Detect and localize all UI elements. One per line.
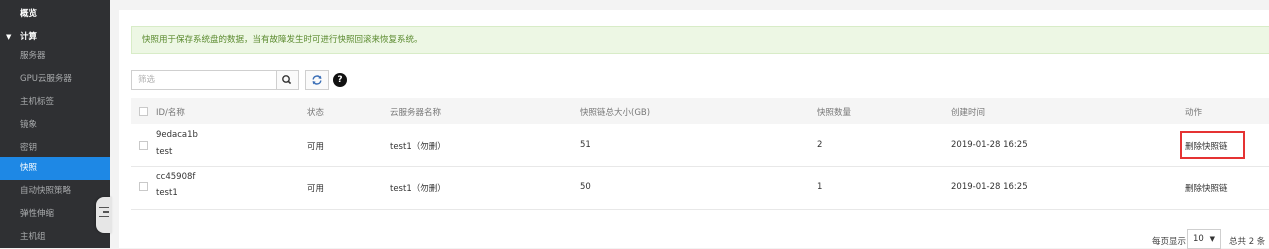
sidebar-item-label: 主机标签 [20,97,55,107]
refresh-icon [312,75,322,85]
header-action: 动作 [1185,108,1203,118]
help-icon[interactable]: ? [333,73,347,87]
server-name: test1（勿删） [390,184,446,194]
sidebar-item-label: 服务器 [20,51,46,61]
table-header: ID/名称 状态 云服务器名称 快照链总大小(GB) 快照数量 创建时间 动作 [131,98,1269,124]
snapshot-id-link[interactable]: 9edaca1b [156,130,198,140]
per-page-select[interactable]: 10 ▼ [1187,229,1221,249]
sidebar-item-label: 概览 [20,9,38,19]
sidebar-item-label: 快照 [20,163,38,173]
per-page-label: 每页显示 [1152,237,1187,247]
chain-size: 51 [580,140,591,150]
main-panel: 快照用于保存系统盘的数据，当有故障发生时可进行快照回滚来恢复系统。 ? ID/名… [119,10,1269,249]
refresh-button[interactable] [305,70,329,90]
row-checkbox[interactable] [139,141,148,150]
sidebar-item-images[interactable]: 镜象 [0,114,110,137]
sidebar-item-host-groups[interactable]: 主机组 [0,226,110,249]
row-checkbox[interactable] [139,182,148,191]
server-name: test1（勿删） [390,142,446,152]
delete-chain-link[interactable]: 删除快照链 [1185,182,1228,194]
snapshot-name: test1 [156,188,178,198]
per-page-value: 10 [1193,234,1204,244]
created-time: 2019-01-28 16:25 [951,140,1028,150]
snapshot-name: test [156,147,173,157]
snapshot-id-link[interactable]: cc45908f [156,172,195,182]
sidebar-collapse-handle[interactable] [96,197,112,233]
sidebar-item-label: 计算 [20,32,38,42]
search-button[interactable] [277,70,299,90]
sidebar-item-snapshots[interactable]: 快照 [0,157,110,180]
table-row: 9edaca1b test 可用 test1（勿删） 51 2 2019-01-… [131,124,1269,167]
sidebar-item-auto-snapshot-policy[interactable]: 自动快照策略 [0,180,110,203]
sidebar-item-label: GPU云服务器 [20,74,72,84]
header-created: 创建时间 [951,108,986,118]
header-id-name: ID/名称 [156,108,185,118]
header-status: 状态 [307,108,325,118]
sidebar-item-label: 自动快照策略 [20,186,72,196]
sidebar-item-servers[interactable]: 服务器 [0,45,110,68]
sidebar-item-gpu-servers[interactable]: GPU云服务器 [0,68,110,91]
sidebar-item-label: 弹性伸缩 [20,209,55,219]
header-chain-size: 快照链总大小(GB) [580,108,651,118]
sidebar-item-label: 镜象 [20,120,38,130]
created-time: 2019-01-28 16:25 [951,182,1028,192]
sidebar-item-label: 主机组 [20,232,46,242]
header-snapshot-count: 快照数量 [817,108,852,118]
sidebar-item-overview[interactable]: 概览 [0,3,110,26]
status-text: 可用 [307,142,325,152]
highlight-box [1180,131,1245,159]
caret-down-icon: ▼ [1209,235,1215,243]
select-all-checkbox[interactable] [139,107,148,116]
sidebar-item-label: 密钥 [20,143,38,153]
chain-size: 50 [580,182,591,192]
header-server-name: 云服务器名称 [390,108,442,118]
status-text: 可用 [307,184,325,194]
search-icon [282,75,292,85]
menu-collapse-icon [99,207,109,221]
total-count: 总共 2 条 [1229,237,1266,247]
info-notice: 快照用于保存系统盘的数据，当有故障发生时可进行快照回滚来恢复系统。 [131,26,1269,54]
filter-input[interactable] [131,70,277,90]
table-row: cc45908f test1 可用 test1（勿删） 50 1 2019-01… [131,167,1269,210]
sidebar-item-host-tags[interactable]: 主机标签 [0,91,110,114]
sidebar-item-auto-scaling[interactable]: 弹性伸缩 [0,203,110,226]
snapshot-count: 1 [817,182,823,192]
sidebar: 概览 ▼ 计算 服务器 GPU云服务器 主机标签 镜象 密钥 快照 自动快照策略… [0,0,110,248]
snapshot-count: 2 [817,140,823,150]
